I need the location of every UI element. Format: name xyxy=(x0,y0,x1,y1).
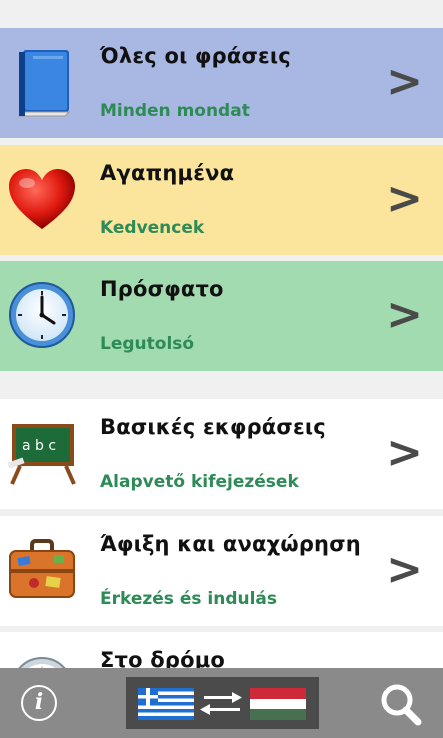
chevron-right-icon: > xyxy=(386,56,423,107)
chevron-right-icon: > xyxy=(386,173,423,224)
greece-flag-icon xyxy=(138,688,194,720)
category-all-phrases[interactable]: Όλες οι φράσεις Minden mondat > xyxy=(0,28,443,138)
chevron-right-icon: > xyxy=(386,544,423,595)
language-switch-button[interactable] xyxy=(126,677,319,729)
category-title: Πρόσφατο xyxy=(100,277,224,301)
chevron-right-icon: > xyxy=(386,289,423,340)
svg-text:a b c: a b c xyxy=(22,438,56,454)
search-icon[interactable] xyxy=(378,682,426,726)
info-button[interactable]: i xyxy=(21,685,57,721)
category-favorites[interactable]: Αγαπημένα Kedvencek > xyxy=(0,145,443,255)
hungary-flag-icon xyxy=(250,688,306,720)
category-subtitle: Legutolsó xyxy=(100,334,195,354)
category-title: Άφιξη και αναχώρηση xyxy=(100,532,361,556)
category-recent[interactable]: Πρόσφατο Legutolsó > xyxy=(0,261,443,371)
category-arrival-departure[interactable]: Άφιξη και αναχώρηση Érkezés és indulás > xyxy=(0,516,443,626)
chalkboard-icon: a b c xyxy=(4,415,80,491)
swap-arrows-icon xyxy=(200,692,242,715)
category-title: Βασικές εκφράσεις xyxy=(100,415,326,439)
category-subtitle: Érkezés és indulás xyxy=(100,589,278,609)
clock-icon xyxy=(4,277,80,353)
category-title: Όλες οι φράσεις xyxy=(100,44,291,68)
category-title: Αγαπημένα xyxy=(100,161,235,185)
app-bar: i xyxy=(0,668,443,738)
category-subtitle: Kedvencek xyxy=(100,218,205,238)
book-icon xyxy=(4,44,80,120)
chevron-right-icon: > xyxy=(386,427,423,478)
category-subtitle: Minden mondat xyxy=(100,101,250,121)
category-subtitle: Alapvető kifejezések xyxy=(100,472,299,492)
top-spacer xyxy=(0,0,443,28)
category-basic-expressions[interactable]: a b c Βασικές εκφράσεις Alapvető kifejez… xyxy=(0,399,443,509)
heart-icon xyxy=(4,161,80,237)
suitcase-icon xyxy=(4,532,80,608)
